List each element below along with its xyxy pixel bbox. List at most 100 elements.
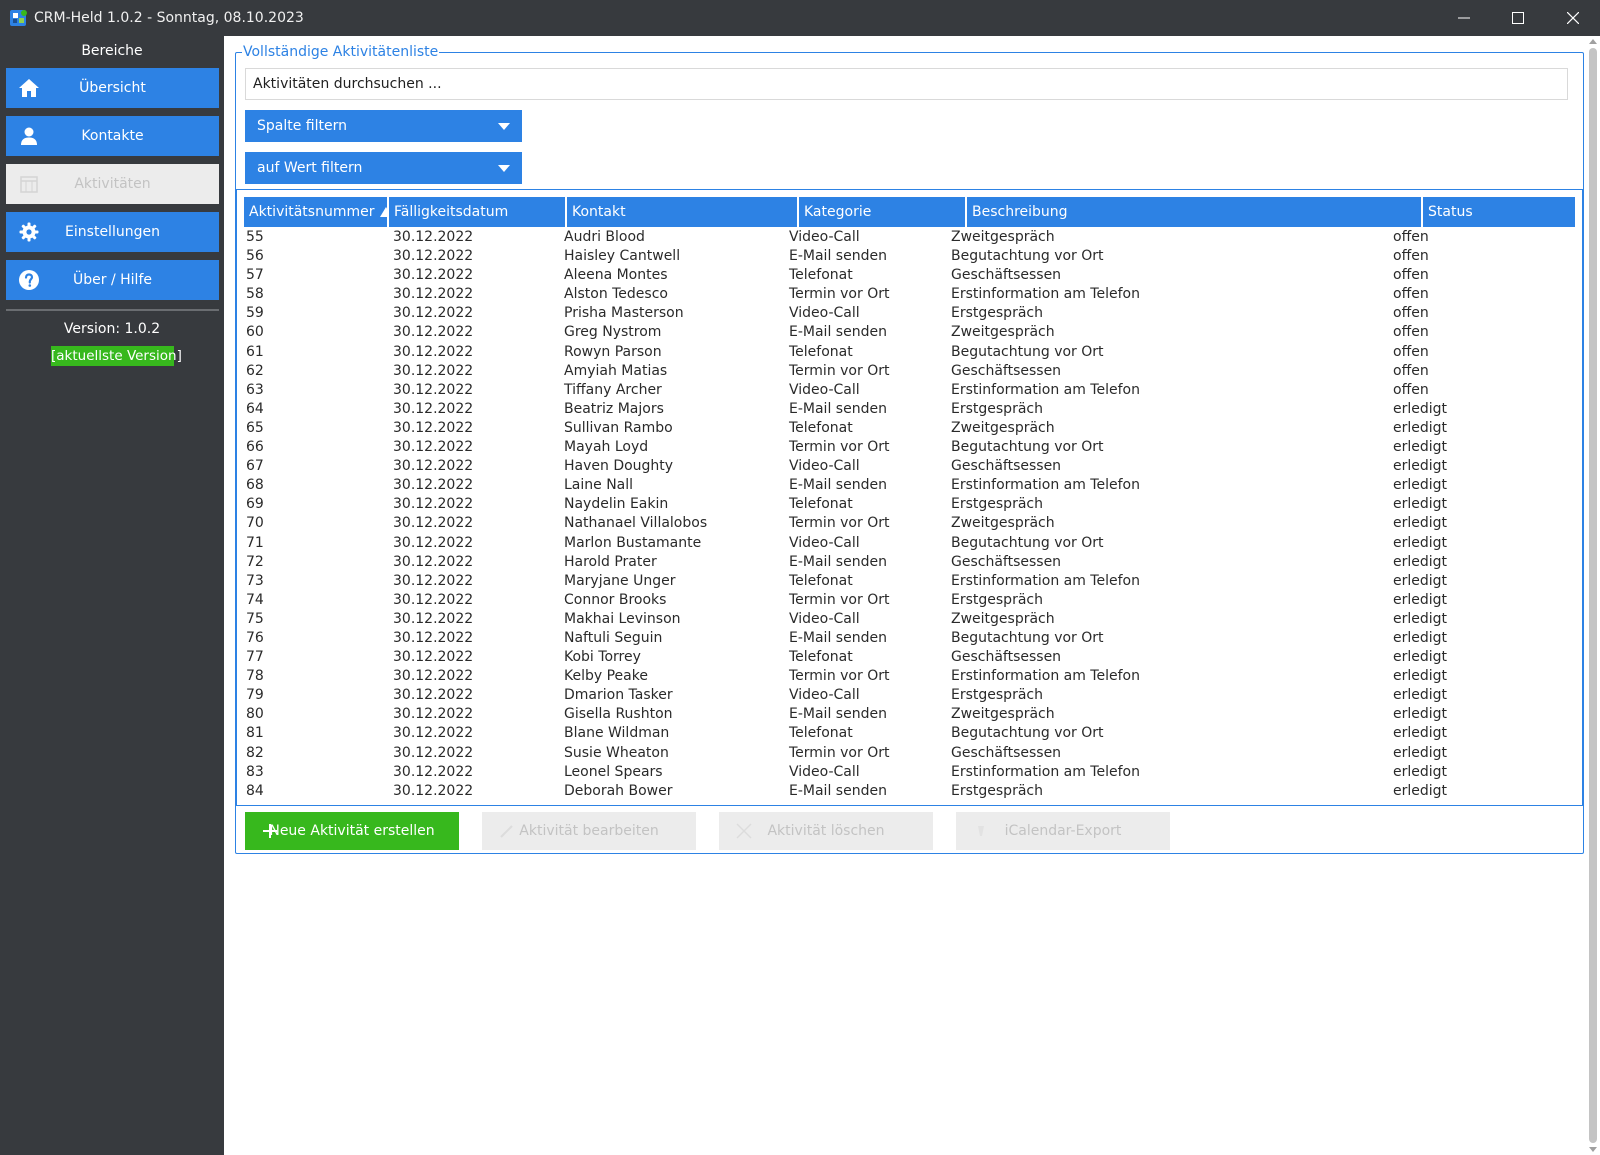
sidebar-item-einstellungen[interactable]: Einstellungen xyxy=(6,212,219,252)
value-filter-dropdown[interactable]: auf Wert filtern xyxy=(245,152,522,184)
search-field[interactable] xyxy=(245,68,1568,100)
table-row[interactable]: 66 30.12.2022 Mayah Loyd Termin vor Ort Begu… xyxy=(244,438,1575,457)
table-cell: Erstinformation am Telefon xyxy=(951,381,1140,398)
column-header-beschreibung[interactable]: Beschreibung xyxy=(967,197,1423,227)
table-cell: Zweitgespräch xyxy=(951,610,1055,627)
edit-activity-label: Aktivität bearbeiten xyxy=(519,823,659,839)
sidebar: Bereiche Übersicht Kontakte Aktivitäten xyxy=(0,36,224,1155)
table-row[interactable]: 82 30.12.2022 Susie Wheaton Termin vor Ort G… xyxy=(244,744,1575,763)
table-row[interactable]: 76 30.12.2022 Naftuli Seguin E-Mail senden B… xyxy=(244,629,1575,648)
table-cell: Video-Call xyxy=(789,305,860,322)
close-button[interactable] xyxy=(1546,0,1600,36)
table-cell: Haven Doughty xyxy=(564,458,674,475)
table-cell: Begutachtung vor Ort xyxy=(951,343,1104,360)
table-row[interactable]: 65 30.12.2022 Sullivan Rambo Telefonat Zweit… xyxy=(244,419,1575,438)
minimize-button[interactable] xyxy=(1437,0,1491,36)
column-header-kontakt[interactable]: Kontakt xyxy=(567,197,799,227)
table-row[interactable]: 77 30.12.2022 Kobi Torrey Telefonat Geschäft… xyxy=(244,648,1575,667)
table-cell: 30.12.2022 xyxy=(393,763,474,780)
table-cell: Aleena Montes xyxy=(564,267,668,284)
table-cell: offen xyxy=(1393,343,1429,360)
table-cell: 75 xyxy=(246,610,264,627)
table-cell: Maryjane Unger xyxy=(564,572,676,589)
app-window: CRM-Held 1.0.2 - Sonntag, 08.10.2023 Ber… xyxy=(0,0,1600,1155)
table-row[interactable]: 56 30.12.2022 Haisley Cantwell E-Mail sende… xyxy=(244,247,1575,266)
column-header-aktivitaetsnummer[interactable]: Aktivitätsnummer xyxy=(244,197,393,227)
table-cell: 30.12.2022 xyxy=(393,496,474,513)
table-cell: E-Mail senden xyxy=(789,629,887,646)
table-cell: erledigt xyxy=(1393,744,1448,761)
column-header-status[interactable]: Status xyxy=(1423,197,1575,227)
table-row[interactable]: 83 30.12.2022 Leonel Spears Video-Call Ersti… xyxy=(244,763,1575,782)
table-row[interactable]: 84 30.12.2022 Deborah Bower E-Mail senden Er… xyxy=(244,782,1575,801)
title-bar: CRM-Held 1.0.2 - Sonntag, 08.10.2023 xyxy=(0,0,1600,36)
delete-activity-button: Aktivität löschen xyxy=(719,812,933,850)
table-row[interactable]: 60 30.12.2022 Greg Nystrom E-Mail senden Zwe… xyxy=(244,323,1575,342)
table-cell: 30.12.2022 xyxy=(393,305,474,322)
table-row[interactable]: 67 30.12.2022 Haven Doughty Video-Call Gesch… xyxy=(244,457,1575,476)
new-activity-button[interactable]: Neue Aktivität erstellen xyxy=(245,812,459,850)
scroll-up-icon[interactable] xyxy=(1589,39,1597,44)
window-scrollbar[interactable] xyxy=(1586,36,1600,1155)
table-cell: Greg Nystrom xyxy=(564,324,662,341)
table-cell: 30.12.2022 xyxy=(393,591,474,608)
scroll-down-icon[interactable] xyxy=(1589,1147,1597,1152)
table-row[interactable]: 73 30.12.2022 Maryjane Unger Telefonat Ersti… xyxy=(244,572,1575,591)
table-cell: Begutachtung vor Ort xyxy=(951,534,1104,551)
table-cell: 80 xyxy=(246,706,264,723)
maximize-button[interactable] xyxy=(1491,0,1545,36)
app-logo-icon xyxy=(9,8,29,28)
table-cell: erledigt xyxy=(1393,706,1448,723)
table-cell: Kobi Torrey xyxy=(564,649,641,666)
column-header-kategorie[interactable]: Kategorie xyxy=(799,197,967,227)
table-cell: Geschäftsessen xyxy=(951,744,1062,761)
table-row[interactable]: 55 30.12.2022 Audri Blood Video-Call Zweitge… xyxy=(244,228,1575,247)
table-cell: erledigt xyxy=(1393,477,1448,494)
table-cell: offen xyxy=(1393,305,1429,322)
table-row[interactable]: 68 30.12.2022 Laine Nall E-Mail senden Ersti… xyxy=(244,476,1575,495)
table-row[interactable]: 79 30.12.2022 Dmarion Tasker Video-Call Erst… xyxy=(244,686,1575,705)
table-cell: 60 xyxy=(246,324,264,341)
table-cell: Erstinformation am Telefon xyxy=(951,572,1140,589)
table-cell: Naftuli Seguin xyxy=(564,629,663,646)
table-cell: 78 xyxy=(246,668,264,685)
table-row[interactable]: 59 30.12.2022 Prisha Masterson Video-Call Er… xyxy=(244,304,1575,323)
table-cell: 30.12.2022 xyxy=(393,629,474,646)
table-cell: erledigt xyxy=(1393,515,1448,532)
table-row[interactable]: 70 30.12.2022 Nathanael Villalobos Termin v… xyxy=(244,514,1575,533)
column-header-faelligkeitsdatum[interactable]: Fälligkeitsdatum xyxy=(389,197,567,227)
table-row[interactable]: 78 30.12.2022 Kelby Peake Termin vor Ort Ers… xyxy=(244,667,1575,686)
table-row[interactable]: 61 30.12.2022 Rowyn Parson Telefonat Begutac… xyxy=(244,343,1575,362)
sidebar-item-label: Kontakte xyxy=(81,128,144,144)
table-cell: Erstgespräch xyxy=(951,591,1043,608)
table-row[interactable]: 71 30.12.2022 Marlon Bustamante Video-Call B… xyxy=(244,534,1575,553)
table-row[interactable]: 58 30.12.2022 Alston Tedesco Termin vor Ort… xyxy=(244,285,1575,304)
table-cell: 30.12.2022 xyxy=(393,668,474,685)
sidebar-item-kontakte[interactable]: Kontakte xyxy=(6,116,219,156)
table-row[interactable]: 64 30.12.2022 Beatriz Majors E-Mail senden E… xyxy=(244,400,1575,419)
table-row[interactable]: 62 30.12.2022 Amyiah Matias Termin vor Ort G… xyxy=(244,362,1575,381)
table-row[interactable]: 81 30.12.2022 Blane Wildman Telefonat Beguta… xyxy=(244,724,1575,743)
window-title: CRM-Held 1.0.2 - Sonntag, 08.10.2023 xyxy=(34,10,304,26)
table-row[interactable]: 72 30.12.2022 Harold Prater E-Mail senden Ge… xyxy=(244,553,1575,572)
table-cell: 30.12.2022 xyxy=(393,324,474,341)
column-filter-dropdown[interactable]: Spalte filtern xyxy=(245,110,522,142)
table-row[interactable]: 80 30.12.2022 Gisella Rushton E-Mail senden… xyxy=(244,705,1575,724)
table-row[interactable]: 57 30.12.2022 Aleena Montes Telefonat Geschä… xyxy=(244,266,1575,285)
table-row[interactable]: 74 30.12.2022 Connor Brooks Termin vor Ort E… xyxy=(244,591,1575,610)
table-row[interactable]: 75 30.12.2022 Makhai Levinson Video-Call Zwe… xyxy=(244,610,1575,629)
table-row[interactable]: 63 30.12.2022 Tiffany Archer Video-Call Erst… xyxy=(244,381,1575,400)
table-cell: Video-Call xyxy=(789,534,860,551)
table-row[interactable]: 69 30.12.2022 Naydelin Eakin Telefonat Erstg… xyxy=(244,495,1575,514)
sidebar-item-hilfe[interactable]: Über / Hilfe xyxy=(6,260,219,300)
table-cell: 63 xyxy=(246,381,264,398)
table-cell: Nathanael Villalobos xyxy=(564,515,708,532)
chevron-down-icon xyxy=(498,123,510,130)
search-input[interactable] xyxy=(246,69,1567,99)
table-cell: 56 xyxy=(246,248,264,265)
table-cell: 30.12.2022 xyxy=(393,229,474,245)
table-body: 55 30.12.2022 Audri Blood Video-Call Zweitge… xyxy=(244,228,1575,801)
scrollbar-thumb[interactable] xyxy=(1589,48,1597,1143)
table-cell: erledigt xyxy=(1393,400,1448,417)
sidebar-item-uebersicht[interactable]: Übersicht xyxy=(6,68,219,108)
